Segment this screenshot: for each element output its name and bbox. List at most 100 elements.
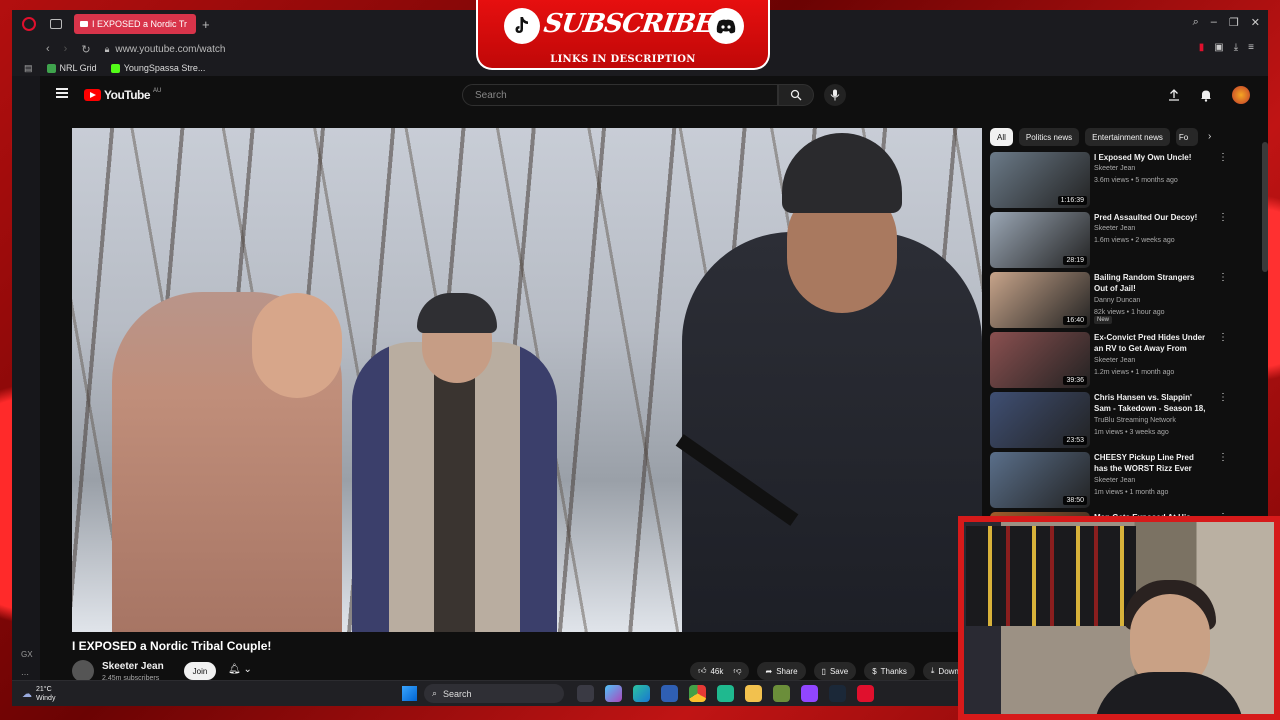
search-tabs-icon[interactable]: ⌕ <box>1193 16 1199 29</box>
copilot-icon[interactable] <box>605 685 622 702</box>
minimize-icon[interactable]: – <box>1211 16 1217 29</box>
voice-search-button[interactable] <box>824 84 846 106</box>
discord-like-icon[interactable] <box>717 685 734 702</box>
more-options-icon[interactable]: ⋮ <box>1218 152 1228 163</box>
new-tab-icon[interactable]: + <box>202 17 210 32</box>
recommendation-item[interactable]: 23:53 Chris Hansen vs. Slappin' Sam - Tak… <box>990 392 1230 452</box>
share-button[interactable]: ➦ Share <box>757 662 806 680</box>
downloads-icon[interactable]: ⤓ <box>1234 42 1238 53</box>
chrome-icon[interactable] <box>689 685 706 702</box>
recommendation-item[interactable]: 28:19 Pred Assaulted Our Decoy! Skeeter Je… <box>990 212 1230 272</box>
search-input[interactable]: Search <box>462 84 778 106</box>
edge-icon[interactable] <box>633 685 650 702</box>
chevron-right-icon[interactable]: › <box>1208 131 1211 142</box>
more-options-icon[interactable]: ⋮ <box>1218 392 1228 403</box>
recommendation-thumbnail[interactable]: 16:40 <box>990 272 1090 328</box>
chip-entertainment-news[interactable]: Entertainment news <box>1085 128 1170 146</box>
weather-widget[interactable]: ☁︎ 21°C Windy <box>22 685 55 703</box>
youtube-region-code: AU <box>153 88 162 94</box>
tab-overview-icon[interactable] <box>50 19 62 29</box>
video-person-middle <box>352 342 557 632</box>
dislike-icon[interactable]: 👎︎ <box>733 666 741 676</box>
file-explorer-icon[interactable] <box>745 685 762 702</box>
maximize-icon[interactable]: ❐ <box>1229 16 1239 29</box>
page-scrollbar[interactable] <box>1262 142 1268 272</box>
close-icon[interactable]: ✕ <box>1251 16 1260 29</box>
channel-avatar[interactable] <box>72 660 94 682</box>
store-icon[interactable] <box>661 685 678 702</box>
more-options-icon[interactable]: ⋮ <box>1218 332 1228 343</box>
sidebar-more-icon[interactable]: ⋯ <box>21 670 29 679</box>
channel-name[interactable]: Skeeter Jean <box>102 661 164 672</box>
forward-icon[interactable]: › <box>64 43 68 56</box>
youtube-logo[interactable]: YouTube AU <box>84 88 161 102</box>
recommendation-title[interactable]: Ex-Convict Pred Hides Under an RV to Get… <box>1094 332 1206 354</box>
video-person-left-head <box>252 293 342 398</box>
chip-all[interactable]: All <box>990 128 1013 146</box>
lock-icon[interactable]: 🔒︎ <box>105 44 110 55</box>
minecraft-icon[interactable] <box>773 685 790 702</box>
opera-gx-taskbar-icon[interactable] <box>857 685 874 702</box>
recommendation-thumbnail[interactable]: 1:16:39 <box>990 152 1090 208</box>
recommendation-item[interactable]: 16:40 Bailing Random Strangers Out of Jai… <box>990 272 1230 332</box>
recommendation-title[interactable]: Pred Assaulted Our Decoy! <box>1094 212 1206 223</box>
tiktok-icon <box>504 8 540 44</box>
recommendation-meta: 1.6m views • 2 weeks ago <box>1094 237 1175 244</box>
recommendation-title[interactable]: Chris Hansen vs. Slappin' Sam - Takedown… <box>1094 392 1206 414</box>
bookmark-youngspassa[interactable]: YoungSpassa Stre... <box>110 63 205 73</box>
more-options-icon[interactable]: ⋮ <box>1218 272 1228 283</box>
search-button[interactable] <box>778 84 814 106</box>
youtube-play-icon <box>84 89 101 101</box>
vpn-icon[interactable]: ▮ <box>1199 42 1205 53</box>
recommendation-channel[interactable]: Skeeter Jean <box>1094 356 1214 366</box>
upload-icon[interactable] <box>1168 89 1180 101</box>
recommendation-title[interactable]: Bailing Random Strangers Out of Jail! <box>1094 272 1206 294</box>
recommendation-title[interactable]: I Exposed My Own Uncle! <box>1094 152 1206 163</box>
url-field[interactable]: www.youtube.com/watch <box>115 44 225 55</box>
header-actions <box>1168 86 1250 104</box>
bookmark-nrl-grid[interactable]: NRL Grid <box>46 63 97 73</box>
recommendation-channel[interactable]: Danny Duncan <box>1094 296 1214 306</box>
more-options-icon[interactable]: ⋮ <box>1218 212 1228 223</box>
recommendation-thumbnail[interactable]: 39:36 <box>990 332 1090 388</box>
bookmarks-bar-icon[interactable]: ▤ <box>24 63 33 74</box>
menu-icon[interactable]: ≡ <box>1248 42 1254 53</box>
like-button[interactable]: 👍︎ 46k 👎︎ <box>690 662 750 680</box>
back-icon[interactable]: ‹ <box>46 43 50 56</box>
subscription-bell-icon[interactable]: 🔔︎ ⌄ <box>228 664 252 675</box>
join-button[interactable]: Join <box>184 662 216 680</box>
recommendation-item[interactable]: 38:50 CHEESY Pickup Line Pred has the WOR… <box>990 452 1230 512</box>
video-player[interactable] <box>72 128 982 632</box>
recommendation-channel[interactable]: Skeeter Jean <box>1094 224 1214 234</box>
download-icon: ⤓ <box>930 666 935 675</box>
recommendation-thumbnail[interactable]: 28:19 <box>990 212 1090 268</box>
tab-active[interactable]: I EXPOSED a Nordic Tr <box>74 14 196 34</box>
recommendation-thumbnail[interactable]: 23:53 <box>990 392 1090 448</box>
save-button[interactable]: ▯ Save <box>813 662 857 680</box>
recommendation-channel[interactable]: Skeeter Jean <box>1094 164 1214 174</box>
recommendation-channel[interactable]: Skeeter Jean <box>1094 476 1214 486</box>
more-options-icon[interactable]: ⋮ <box>1218 452 1228 463</box>
thanks-button[interactable]: $ Thanks <box>864 662 915 680</box>
reload-icon[interactable]: ↻ <box>81 43 90 56</box>
recommendation-item[interactable]: 1:16:39 I Exposed My Own Uncle! Skeeter Je… <box>990 152 1230 212</box>
windows-start-icon[interactable] <box>402 686 417 701</box>
taskbar-search[interactable]: ⌕ Search <box>424 684 564 703</box>
webcam-background-shirts <box>966 526 1136 626</box>
sidebar-gx-label[interactable]: GX <box>21 650 33 659</box>
recommendation-thumbnail[interactable]: 38:50 <box>990 452 1090 508</box>
recommendation-title[interactable]: CHEESY Pickup Line Pred has the WORST Ri… <box>1094 452 1206 474</box>
recommendation-channel[interactable]: TruBlu Streaming Network <box>1094 416 1214 426</box>
steam-icon[interactable] <box>829 685 846 702</box>
hamburger-menu-icon[interactable] <box>56 88 68 98</box>
notifications-bell-icon[interactable] <box>1200 89 1212 102</box>
chip-partial[interactable]: Fo <box>1175 128 1198 146</box>
recommendation-item[interactable]: 39:36 Ex-Convict Pred Hides Under an RV t… <box>990 332 1230 392</box>
weather-icon: ☁︎ <box>22 688 32 700</box>
chip-politics-news[interactable]: Politics news <box>1018 128 1080 146</box>
twitch-icon[interactable] <box>801 685 818 702</box>
opera-gx-logo[interactable] <box>22 17 36 31</box>
account-avatar[interactable] <box>1232 86 1250 104</box>
snapshot-icon[interactable]: ▣ <box>1214 42 1223 53</box>
task-view-icon[interactable] <box>577 685 594 702</box>
